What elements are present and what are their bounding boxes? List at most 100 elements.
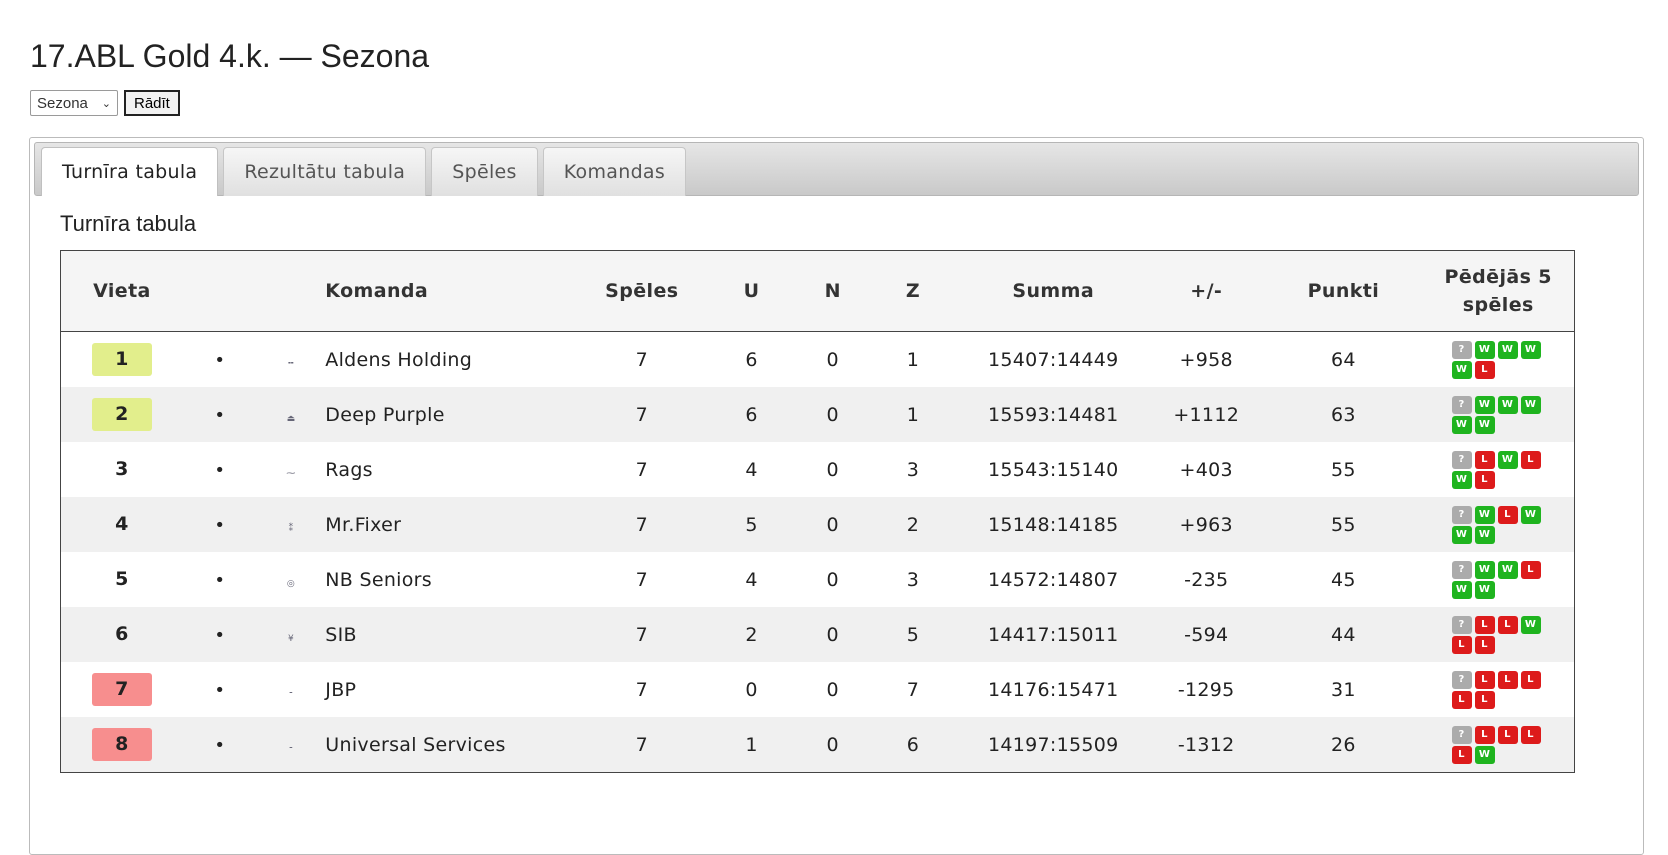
form-badge[interactable]: W	[1520, 505, 1541, 524]
score-cell: 15543:15140	[958, 442, 1149, 497]
form-badge[interactable]: ?	[1451, 560, 1472, 579]
form-badge[interactable]: ?	[1451, 450, 1472, 469]
table-row: 8 • ⁃ Universal Services 7 1 0 6 14197:15509 -131…	[60, 717, 1575, 773]
form-badge[interactable]: W	[1474, 415, 1495, 434]
form-badge[interactable]: W	[1474, 340, 1495, 359]
form-badge[interactable]: W	[1474, 395, 1495, 414]
form-badge[interactable]: L	[1497, 670, 1518, 689]
team-name[interactable]: Rags	[325, 442, 579, 497]
form-badge[interactable]: W	[1520, 340, 1541, 359]
place-cell: 5	[60, 552, 183, 607]
place-cell: 1	[60, 331, 183, 387]
form-badge[interactable]: ?	[1451, 395, 1472, 414]
form-badge[interactable]: ?	[1451, 615, 1472, 634]
team-name[interactable]: JBP	[325, 662, 579, 717]
losses-cell: 1	[867, 387, 959, 442]
place-badge: 7	[91, 673, 152, 706]
form-badge[interactable]: W	[1451, 360, 1472, 379]
wins-cell: 6	[705, 331, 798, 387]
form-badge[interactable]: W	[1451, 580, 1472, 599]
form-badge[interactable]: ?	[1451, 505, 1472, 524]
form-badge[interactable]: W	[1474, 580, 1495, 599]
team-name[interactable]: SIB	[325, 607, 579, 662]
tab-games[interactable]: Spēles	[431, 147, 538, 196]
bullet-icon: •	[214, 624, 226, 646]
header-score[interactable]: Summa	[958, 250, 1149, 332]
team-logo-icon: ◎	[286, 578, 296, 589]
last5-cell: ? W W W W W	[1422, 387, 1575, 442]
form-badge[interactable]: L	[1474, 470, 1495, 489]
form-badge[interactable]: W	[1520, 615, 1541, 634]
points-cell: 55	[1264, 442, 1423, 497]
team-name[interactable]: Deep Purple	[325, 387, 579, 442]
form-badge[interactable]: W	[1497, 395, 1518, 414]
header-wins[interactable]: U	[705, 250, 798, 332]
place-badge: 1	[91, 343, 152, 376]
tab-teams[interactable]: Komandas	[542, 147, 687, 196]
tab-results[interactable]: Rezultātu tabula	[223, 147, 427, 196]
show-button[interactable]: Rādīt	[124, 90, 180, 116]
header-losses[interactable]: Z	[867, 250, 959, 332]
tab-standings[interactable]: Turnīra tabula	[41, 147, 219, 196]
points-cell: 45	[1264, 552, 1423, 607]
form-badge[interactable]: W	[1451, 470, 1472, 489]
form-badge[interactable]: L	[1520, 670, 1541, 689]
form-badge[interactable]: W	[1497, 340, 1518, 359]
form-badge[interactable]: ?	[1451, 670, 1472, 689]
form-badge[interactable]: L	[1451, 745, 1472, 764]
draws-cell: 0	[797, 442, 868, 497]
form-badge[interactable]: L	[1474, 635, 1495, 654]
losses-cell: 3	[867, 552, 959, 607]
header-points[interactable]: Punkti	[1264, 250, 1423, 332]
form-badge[interactable]: L	[1474, 725, 1495, 744]
form-badge[interactable]: L	[1451, 690, 1472, 709]
team-name[interactable]: Mr.Fixer	[325, 497, 579, 552]
form-badge[interactable]: W	[1451, 525, 1472, 544]
form-badge[interactable]: L	[1474, 615, 1495, 634]
form-badge[interactable]: W	[1520, 395, 1541, 414]
table-row: 7 • ⁃ JBP 7 0 0 7 14176:15471 -1295 31? L L L L L	[60, 662, 1575, 717]
team-name[interactable]: Universal Services	[325, 717, 579, 773]
form-badge[interactable]: L	[1520, 725, 1541, 744]
form-badge[interactable]: W	[1474, 560, 1495, 579]
form-badge[interactable]: L	[1497, 505, 1518, 524]
header-team[interactable]: Komanda	[325, 250, 579, 332]
team-logo-icon: ⏏	[286, 413, 296, 424]
team-name[interactable]: NB Seniors	[325, 552, 579, 607]
page-title: 17.ABL Gold 4.k. — Sezona	[30, 38, 430, 74]
draws-cell: 0	[797, 497, 868, 552]
form-badge[interactable]: W	[1474, 745, 1495, 764]
form-badge[interactable]: L	[1451, 635, 1472, 654]
games-cell: 7	[578, 607, 706, 662]
form-badge[interactable]: L	[1474, 690, 1495, 709]
form-badge[interactable]: L	[1520, 560, 1541, 579]
form-badge[interactable]: L	[1520, 450, 1541, 469]
bullet-icon: •	[214, 569, 226, 591]
last5-cell: ? W W W W L	[1422, 331, 1575, 387]
last5-cell: ? L L L L W	[1422, 717, 1575, 773]
form-badge[interactable]: L	[1474, 450, 1495, 469]
form-badge[interactable]: W	[1474, 525, 1495, 544]
table-row: 6 • ¥ SIB 7 2 0 5 14417:15011 -594 44? L L W L L	[60, 607, 1575, 662]
form-badge[interactable]: L	[1497, 725, 1518, 744]
season-select[interactable]: Sezona ⌄	[30, 90, 118, 116]
header-diff[interactable]: +/-	[1148, 250, 1265, 332]
form-badge[interactable]: W	[1474, 505, 1495, 524]
table-row: 1 • ╍ Aldens Holding 7 6 0 1 15407:14449 +958 64? W…	[60, 331, 1575, 387]
form-badge[interactable]: W	[1497, 450, 1518, 469]
header-place[interactable]: Vieta	[60, 250, 183, 332]
form-badge[interactable]: W	[1451, 415, 1472, 434]
form-badge[interactable]: W	[1497, 560, 1518, 579]
form-badge[interactable]: L	[1474, 670, 1495, 689]
form-badge[interactable]: L	[1497, 615, 1518, 634]
header-draws[interactable]: N	[797, 250, 868, 332]
team-name[interactable]: Aldens Holding	[325, 331, 579, 387]
form-badge[interactable]: L	[1474, 360, 1495, 379]
form-badge[interactable]: ?	[1451, 725, 1472, 744]
diff-cell: -235	[1148, 552, 1265, 607]
points-cell: 55	[1264, 497, 1423, 552]
standings-table: Vieta Komanda Spēles U N Z Summa +/- Pun…	[60, 250, 1575, 773]
games-cell: 7	[578, 387, 706, 442]
header-games[interactable]: Spēles	[578, 250, 706, 332]
form-badge[interactable]: ?	[1451, 340, 1472, 359]
